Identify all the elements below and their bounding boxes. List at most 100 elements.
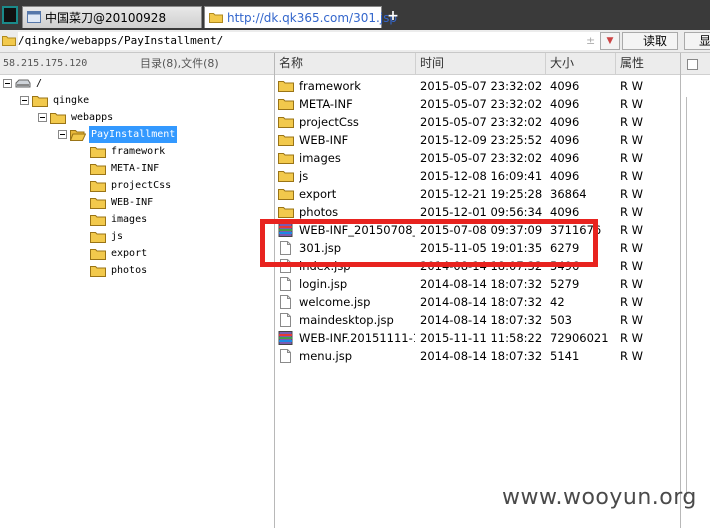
cell-attr: R W xyxy=(620,277,644,291)
right-panel-button-label: 显 xyxy=(699,34,710,48)
cell-size: 4096 xyxy=(550,133,580,147)
right-panel-header xyxy=(681,53,710,75)
server-ip: 58.215.175.120 xyxy=(3,58,88,69)
column-header-size[interactable]: 大小 xyxy=(546,53,616,74)
folder-icon xyxy=(209,13,223,23)
file-row[interactable]: framework 2015-05-07 23:32:02 4096 R W xyxy=(275,77,680,95)
cell-attr: R W xyxy=(620,187,644,201)
cell-size: 5279 xyxy=(550,277,580,291)
cell-time: 2014-08-14 18:07:32 xyxy=(420,313,543,327)
file-row[interactable]: menu.jsp 2014-08-14 18:07:32 5141 R W xyxy=(275,347,680,365)
file-row[interactable]: WEB-INF.20151111-1... 2015-11-11 11:58:22… xyxy=(275,329,680,347)
cell-attr: R W xyxy=(620,151,644,165)
tree-node[interactable]: images xyxy=(0,211,270,228)
dropdown-chevron-icon[interactable]: ▼ xyxy=(600,32,620,50)
tab-shell-url[interactable]: http://dk.qk365.com/301.jsp xyxy=(204,6,397,28)
new-tab-button[interactable]: + xyxy=(386,8,400,24)
file-list-pane: 名称 时间 大小 属性 framework 2015-05-07 23:32:02… xyxy=(275,53,681,528)
cell-attr: R W xyxy=(620,295,644,309)
tree-node[interactable]: PayInstallment xyxy=(0,126,270,143)
tree-node[interactable]: qingke xyxy=(0,92,270,109)
file-row[interactable]: welcome.jsp 2014-08-14 18:07:32 42 R W xyxy=(275,293,680,311)
tree-node-label: PayInstallment xyxy=(89,126,178,143)
file-icon xyxy=(278,349,293,363)
cell-attr: R W xyxy=(620,223,644,237)
tab-label: http://dk.qk365.com/301.jsp xyxy=(227,11,398,25)
tree-node[interactable]: framework xyxy=(0,143,270,160)
file-row[interactable]: WEB-INF 2015-12-09 23:25:52 4096 R W xyxy=(275,131,680,149)
tree-node[interactable]: webapps xyxy=(0,109,270,126)
cell-size: 4096 xyxy=(550,115,580,129)
folder-icon xyxy=(90,247,106,260)
tree-node-label: webapps xyxy=(71,112,114,123)
tree-node[interactable]: photos xyxy=(0,262,270,279)
tree-node[interactable]: / xyxy=(0,75,270,92)
file-list-header: 名称 时间 大小 属性 xyxy=(275,53,680,75)
tree-node[interactable]: export xyxy=(0,245,270,262)
folder-icon xyxy=(278,205,294,219)
column-header-time[interactable]: 时间 xyxy=(416,53,546,74)
cell-size: 4096 xyxy=(550,79,580,93)
cell-name: menu.jsp xyxy=(299,349,352,363)
cell-name: images xyxy=(299,151,341,165)
cell-attr: R W xyxy=(620,241,644,255)
collapse-toggle-icon[interactable] xyxy=(3,79,12,88)
cell-size: 72906021 xyxy=(550,331,609,345)
file-row[interactable]: maindesktop.jsp 2014-08-14 18:07:32 503 R W xyxy=(275,311,680,329)
tab-caidao[interactable]: 中国菜刀@20100928 xyxy=(22,6,202,28)
tree-node[interactable]: projectCss xyxy=(0,177,270,194)
column-header-attr[interactable]: 属性 xyxy=(616,53,680,74)
cell-name: export xyxy=(299,187,337,201)
folder-icon xyxy=(90,196,106,209)
cell-name: login.jsp xyxy=(299,277,348,291)
file-row[interactable]: images 2015-05-07 23:32:02 4096 R W xyxy=(275,149,680,167)
toggle-icon[interactable]: ± xyxy=(586,34,595,47)
archive-icon xyxy=(278,331,293,345)
right-panel-button[interactable]: 显 xyxy=(684,32,710,50)
file-row[interactable]: export 2015-12-21 19:25:28 36864 R W xyxy=(275,185,680,203)
tree-node[interactable]: WEB-INF xyxy=(0,194,270,211)
cell-time: 2015-12-21 19:25:28 xyxy=(420,187,543,201)
cell-name: META-INF xyxy=(299,97,353,111)
collapse-toggle-icon[interactable] xyxy=(20,96,29,105)
path-input[interactable]: /qingke/webapps/PayInstallment/ xyxy=(18,32,618,50)
tree-node[interactable]: META-INF xyxy=(0,160,270,177)
file-row[interactable]: projectCss 2015-05-07 23:32:02 4096 R W xyxy=(275,113,680,131)
column-header-name[interactable]: 名称 xyxy=(275,53,416,74)
dir-file-count: 目录(8),文件(8) xyxy=(140,57,219,70)
file-icon xyxy=(278,295,293,309)
cell-size: 5141 xyxy=(550,349,580,363)
folder-open-icon xyxy=(69,128,87,141)
cell-name: maindesktop.jsp xyxy=(299,313,394,327)
tree-node-label: WEB-INF xyxy=(111,197,154,208)
cell-name: welcome.jsp xyxy=(299,295,371,309)
cell-attr: R W xyxy=(620,97,644,111)
collapse-toggle-icon[interactable] xyxy=(58,130,67,139)
folder-icon xyxy=(90,264,106,277)
app-icon xyxy=(2,6,18,24)
cell-size: 503 xyxy=(550,313,572,327)
tree-node-label: framework xyxy=(111,146,166,157)
folder-icon xyxy=(278,133,294,147)
folder-icon xyxy=(278,187,294,201)
cell-time: 2014-08-14 18:07:32 xyxy=(420,277,543,291)
collapse-toggle-icon[interactable] xyxy=(38,113,47,122)
tree-node-label: META-INF xyxy=(111,163,160,174)
folder-icon xyxy=(278,169,294,183)
file-row[interactable]: js 2015-12-08 16:09:41 4096 R W xyxy=(275,167,680,185)
cell-name: js xyxy=(299,169,309,183)
file-icon xyxy=(278,313,293,327)
cell-time: 2015-11-11 11:58:22 xyxy=(420,331,543,345)
folder-icon xyxy=(278,115,294,129)
file-row[interactable]: META-INF 2015-05-07 23:32:02 4096 R W xyxy=(275,95,680,113)
file-row[interactable]: login.jsp 2014-08-14 18:07:32 5279 R W xyxy=(275,275,680,293)
folder-icon xyxy=(278,79,294,93)
cell-size: 36864 xyxy=(550,187,587,201)
tree-node-label: images xyxy=(111,214,148,225)
cell-size: 4096 xyxy=(550,169,580,183)
right-side-panel xyxy=(681,53,710,528)
read-button[interactable]: 读取 xyxy=(622,32,678,50)
cell-size: 42 xyxy=(550,295,565,309)
tree-node[interactable]: js xyxy=(0,228,270,245)
checkbox[interactable] xyxy=(687,59,698,70)
